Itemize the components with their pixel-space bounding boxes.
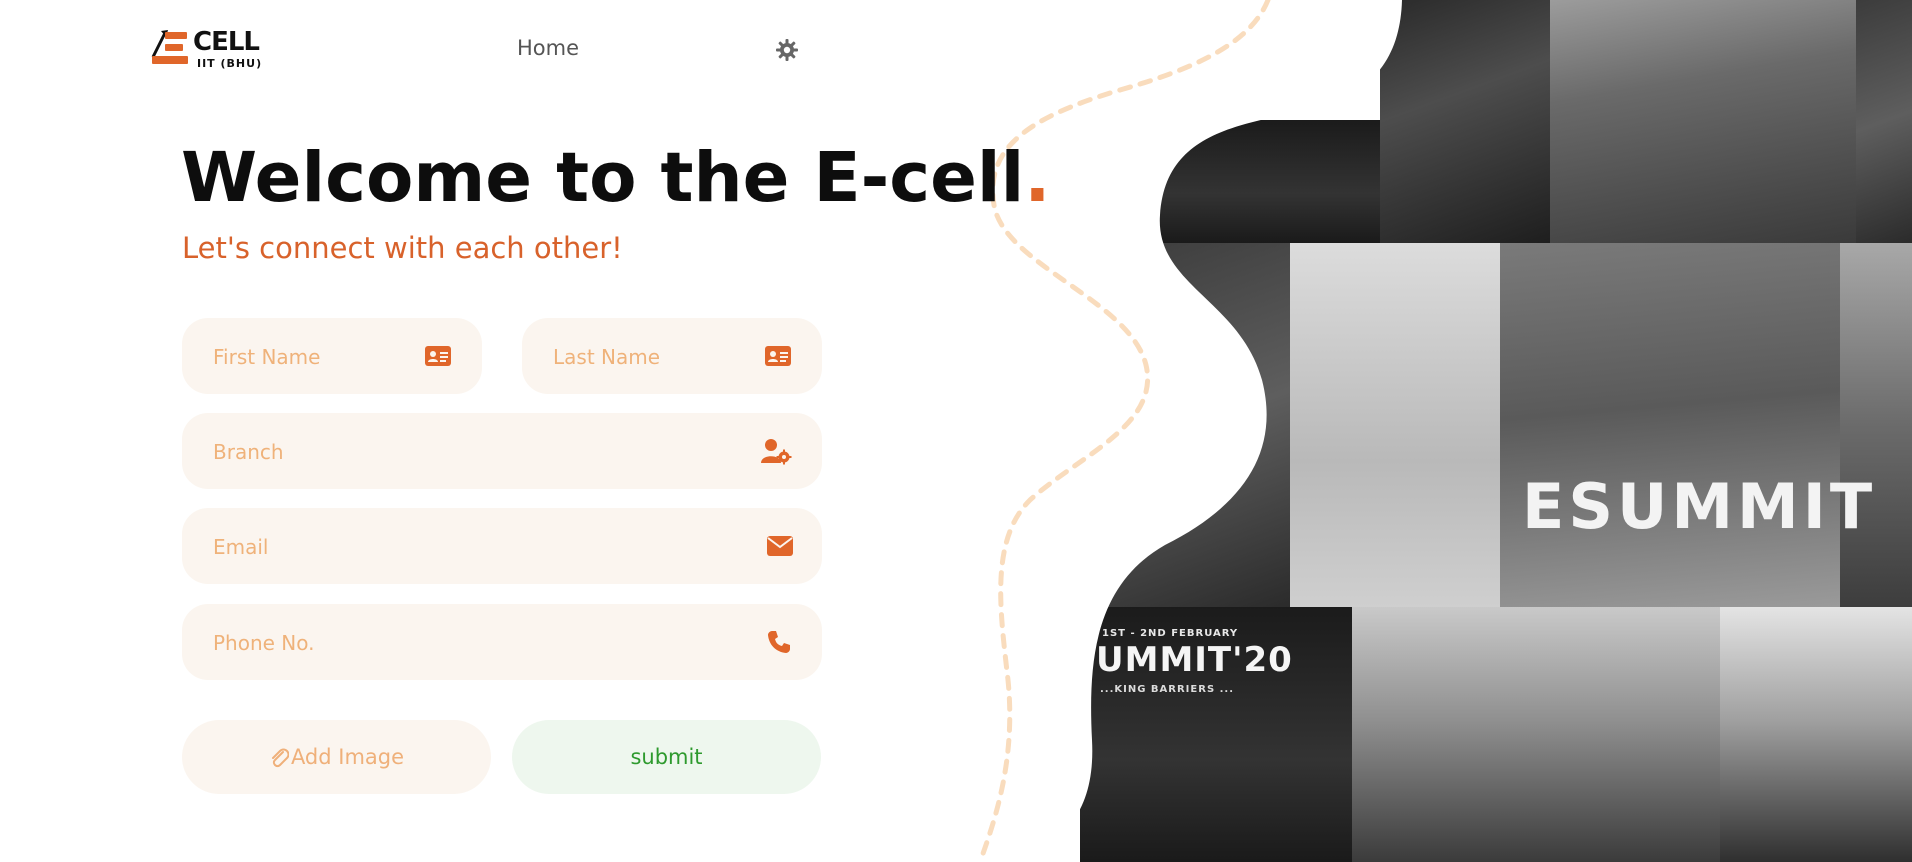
gear-icon	[776, 39, 798, 61]
phone-input[interactable]	[211, 604, 663, 682]
logo-sub-text: IIT (BHU)	[197, 57, 263, 70]
email-input[interactable]	[211, 508, 663, 586]
phone-field-wrapper	[182, 604, 822, 682]
e-cell-logo-icon	[151, 30, 188, 64]
branch-field-wrapper	[182, 413, 822, 491]
logo-brand-text: CELL	[193, 27, 260, 57]
theme-toggle-button[interactable]	[775, 38, 799, 62]
add-image-button[interactable]: Add Image	[182, 720, 491, 794]
page-title: Welcome to the E-cell.	[181, 138, 1050, 218]
email-field-wrapper	[182, 508, 822, 586]
first-name-input[interactable]	[211, 318, 425, 396]
title-accent-dot: .	[1024, 138, 1051, 218]
last-name-input[interactable]	[551, 318, 765, 396]
page: ESUMMIT 1ST - 2ND FEBRUARY UMMIT'20 ...K…	[0, 0, 1912, 862]
e-cell-logo[interactable]: CELL IIT (BHU)	[151, 27, 263, 71]
branch-input[interactable]	[211, 413, 663, 491]
phone-icon	[768, 631, 790, 653]
add-image-label: Add Image	[290, 745, 405, 769]
id-card-icon	[425, 346, 451, 366]
page-subtitle: Let's connect with each other!	[182, 231, 623, 265]
user-gear-icon	[761, 439, 792, 465]
page-title-text: Welcome to the E-cell	[181, 138, 1025, 218]
nav-home-link[interactable]: Home	[517, 36, 579, 60]
submit-button[interactable]: submit	[512, 720, 821, 794]
envelope-icon	[767, 536, 793, 556]
last-name-field-wrapper	[522, 318, 822, 396]
first-name-field-wrapper	[182, 318, 482, 396]
paperclip-icon	[271, 748, 289, 768]
id-card-icon	[765, 346, 791, 366]
